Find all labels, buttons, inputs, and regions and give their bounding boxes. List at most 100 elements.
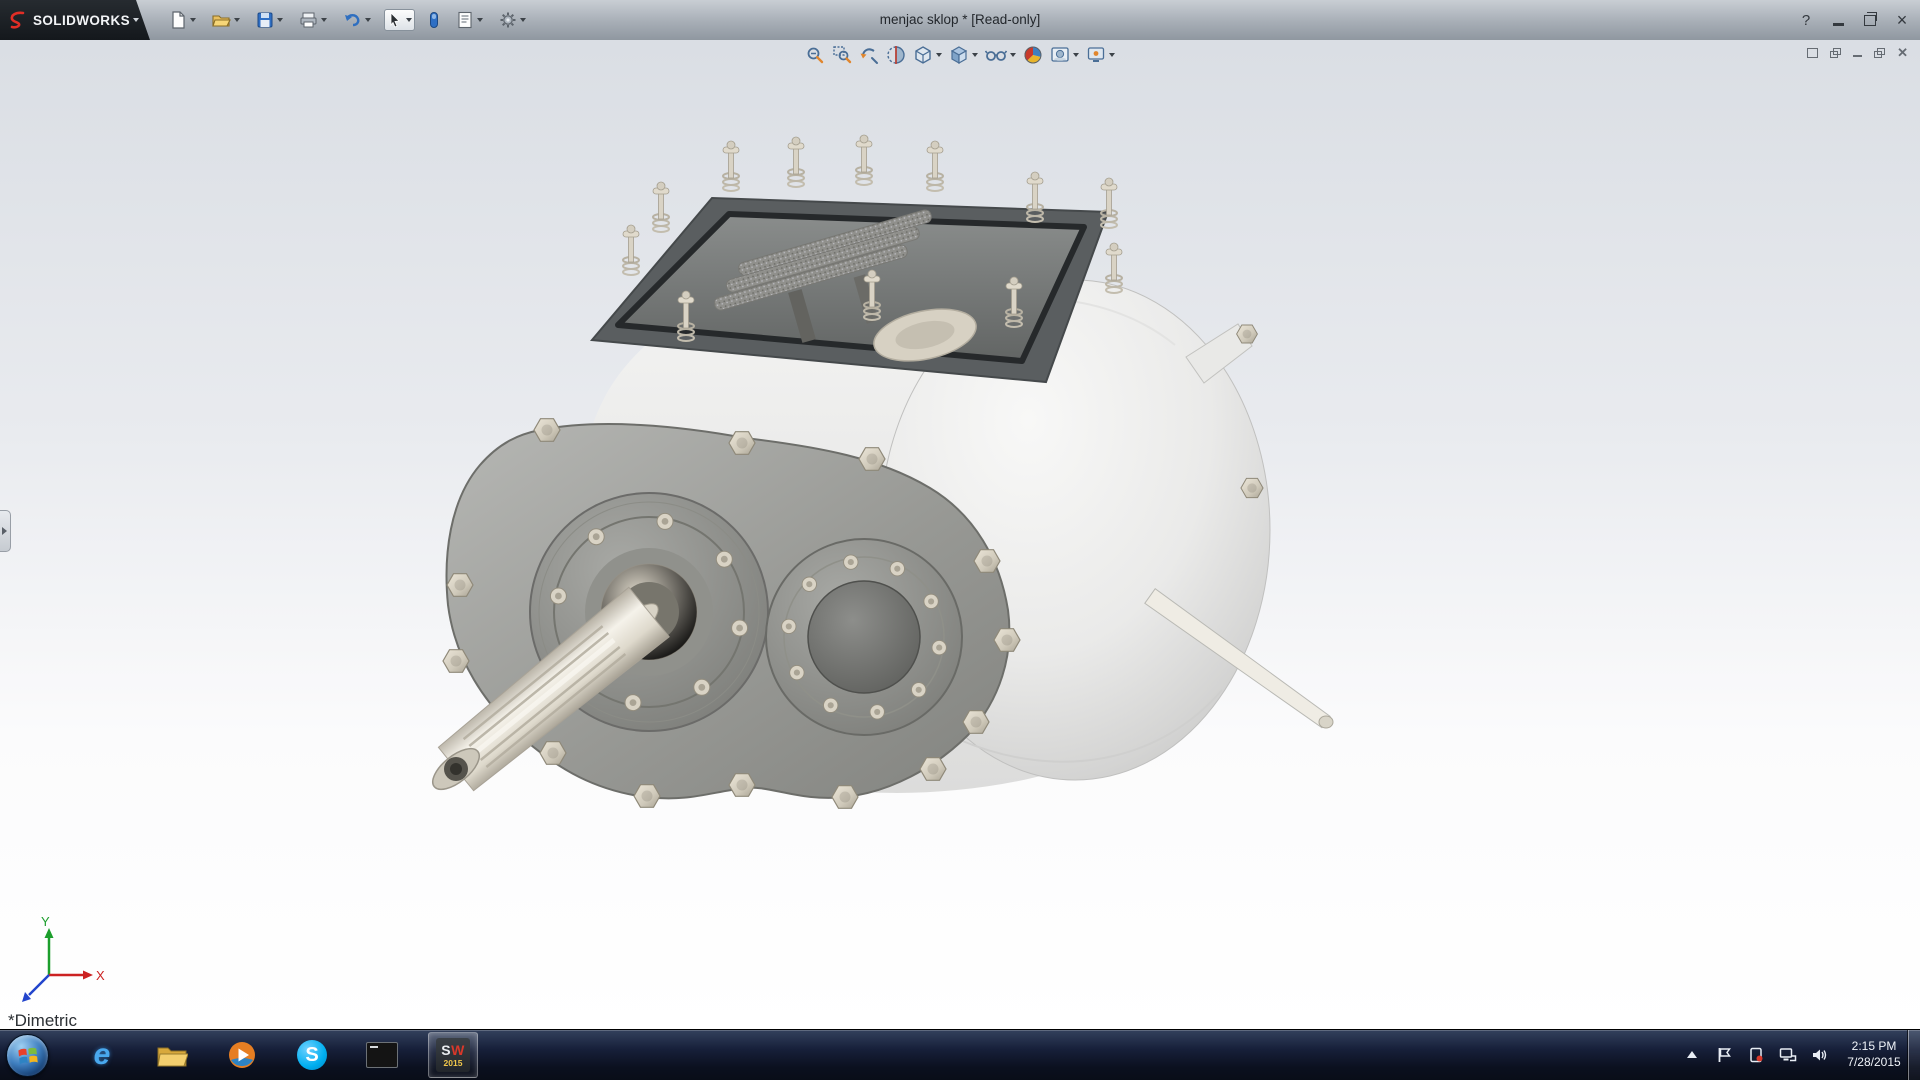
save-button[interactable] (253, 8, 286, 32)
taskbar-item-solidworks[interactable]: SW 2015 (428, 1032, 478, 1078)
previous-view-button[interactable] (857, 42, 881, 68)
zoom-to-area-button[interactable] (830, 42, 854, 68)
view-settings-button[interactable] (1084, 42, 1117, 68)
undo-button[interactable] (340, 8, 374, 32)
options-gear-icon (499, 11, 517, 29)
open-icon (212, 11, 231, 29)
new-document-icon (169, 11, 187, 29)
chevron-down-icon (477, 18, 483, 22)
network-tray-button[interactable] (1778, 1045, 1798, 1065)
taskbar-item-media-player[interactable] (218, 1033, 266, 1077)
start-button[interactable] (6, 1034, 49, 1077)
taskbar-clock[interactable]: 2:15 PM 7/28/2015 (1842, 1039, 1906, 1070)
rear-cap-bolt[interactable] (1237, 325, 1258, 343)
window-controls: ? × (1798, 0, 1910, 40)
taskbar: e S SW 2015 (0, 1029, 1920, 1080)
hardware-tray-button[interactable] (1746, 1045, 1766, 1065)
chevron-down-icon (234, 18, 240, 22)
network-icon (1779, 1047, 1797, 1063)
glasses-icon (985, 45, 1007, 65)
print-button[interactable] (296, 8, 330, 32)
chevron-down-icon (1109, 53, 1115, 57)
open-button[interactable] (209, 8, 243, 32)
restore-button[interactable] (1862, 15, 1878, 26)
speaker-icon (1812, 1047, 1828, 1063)
zoom-to-fit-button[interactable] (803, 42, 827, 68)
clock-time: 2:15 PM (1842, 1039, 1906, 1055)
cover-bearing-boss[interactable] (766, 539, 962, 735)
chevron-up-icon (1686, 1050, 1698, 1060)
help-button[interactable]: ? (1798, 12, 1814, 29)
taskbar-item-command-prompt[interactable] (358, 1033, 406, 1077)
chevron-down-icon (133, 18, 139, 22)
brand-text: SOLIDWORKS (33, 13, 130, 28)
system-tray: 2:15 PM 7/28/2015 (1682, 1030, 1906, 1080)
clock-date: 7/28/2015 (1842, 1055, 1906, 1071)
zoom-to-fit-icon (805, 45, 825, 65)
window-menu-button[interactable] (1807, 48, 1818, 58)
tray-chevron-button[interactable] (1682, 1045, 1702, 1065)
chevron-down-icon (520, 18, 526, 22)
chevron-down-icon (1010, 53, 1016, 57)
taskbar-item-skype[interactable]: S (288, 1033, 336, 1077)
show-desktop-button[interactable] (1908, 1030, 1920, 1080)
chevron-down-icon (406, 18, 412, 22)
section-view-button[interactable] (884, 42, 908, 68)
view-orientation-button[interactable] (911, 42, 944, 68)
solidworks-mark-icon (8, 10, 28, 30)
folder-icon (156, 1042, 188, 1068)
display-style-button[interactable] (947, 42, 980, 68)
hide-show-items-button[interactable] (983, 42, 1018, 68)
taskbar-item-windows-explorer[interactable] (148, 1033, 196, 1077)
hardware-icon (1749, 1047, 1764, 1063)
select-button[interactable] (384, 9, 415, 31)
gearbox-3d-model[interactable]: Y X (0, 40, 1920, 1030)
tile-windows-icon (1830, 48, 1841, 58)
minimize-button[interactable] (1830, 15, 1846, 26)
menu-bar-toolbar (166, 8, 529, 32)
solidworks-menu-button[interactable]: SOLIDWORKS (0, 0, 150, 40)
chevron-down-icon (321, 18, 327, 22)
restore-icon (1864, 15, 1876, 26)
tile-windows-button[interactable] (1830, 48, 1841, 58)
window-menu-icon (1807, 48, 1818, 58)
options-button[interactable] (496, 8, 529, 32)
doc-restore-icon (1874, 48, 1885, 58)
view-orientation-label: *Dimetric (8, 1012, 77, 1030)
close-button[interactable]: × (1894, 10, 1910, 31)
graphics-area[interactable]: Y X (0, 40, 1920, 1030)
apply-scene-button[interactable] (1048, 42, 1081, 68)
flag-icon (1717, 1047, 1731, 1063)
chevron-down-icon (365, 18, 371, 22)
new-document-button[interactable] (166, 8, 199, 32)
skype-icon: S (297, 1040, 327, 1070)
print-icon (299, 11, 318, 29)
zoom-to-area-icon (832, 45, 852, 65)
file-properties-button[interactable] (453, 8, 486, 32)
chevron-down-icon (936, 53, 942, 57)
taskbar-apps: e S SW 2015 (78, 1033, 478, 1077)
volume-tray-button[interactable] (1810, 1045, 1830, 1065)
taskbar-item-internet-explorer[interactable]: e (78, 1033, 126, 1077)
side-bolt[interactable] (1241, 478, 1263, 497)
file-properties-icon (456, 11, 474, 29)
command-prompt-icon (366, 1042, 398, 1068)
doc-close-button[interactable]: ✕ (1897, 46, 1908, 59)
feature-pane-flyout-tab[interactable] (0, 510, 11, 552)
minimize-icon (1833, 23, 1844, 26)
triad-y-label: Y (41, 914, 50, 929)
chevron-down-icon (190, 18, 196, 22)
edit-appearance-button[interactable] (1021, 42, 1045, 68)
doc-minimize-button[interactable] (1853, 48, 1862, 58)
doc-restore-button[interactable] (1874, 48, 1885, 58)
rebuild-button[interactable] (425, 8, 443, 32)
solidworks-version-badge: 2015 (444, 1059, 463, 1068)
chevron-down-icon (972, 53, 978, 57)
display-style-icon (949, 45, 969, 65)
solidworks-app-icon: SW 2015 (436, 1038, 470, 1072)
doc-minimize-icon (1853, 55, 1862, 58)
rebuild-icon (428, 11, 440, 29)
chevron-down-icon (277, 18, 283, 22)
action-center-button[interactable] (1714, 1045, 1734, 1065)
apply-scene-icon (1050, 45, 1070, 65)
